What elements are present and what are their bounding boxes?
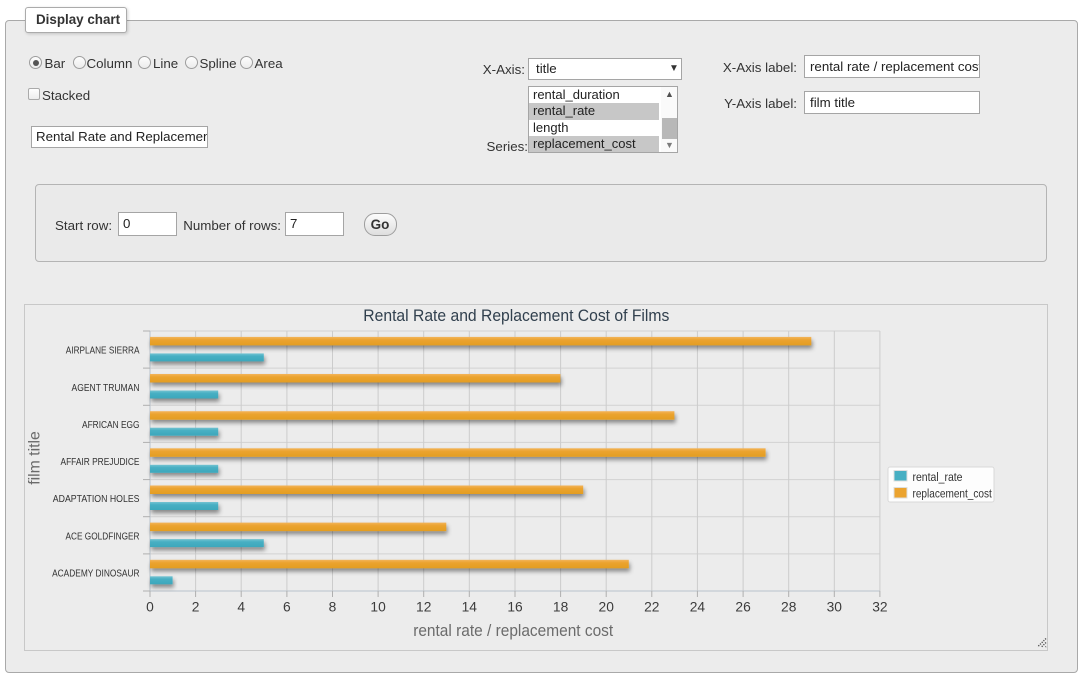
svg-text:ACADEMY DINOSAUR: ACADEMY DINOSAUR [52,569,139,580]
svg-text:rental_rate: rental_rate [913,470,963,484]
svg-text:AFRICAN EGG: AFRICAN EGG [82,420,140,431]
svg-text:0: 0 [146,599,154,614]
svg-text:10: 10 [370,599,386,614]
svg-text:8: 8 [329,599,337,614]
svg-text:Rental Rate and Replacement Co: Rental Rate and Replacement Cost of Film… [363,306,669,325]
svg-text:AIRPLANE SIERRA: AIRPLANE SIERRA [66,346,140,357]
svg-text:30: 30 [827,599,843,614]
svg-text:4: 4 [237,599,245,614]
svg-text:film title: film title [27,431,44,485]
svg-text:20: 20 [599,599,615,614]
svg-text:rental rate / replacement cost: rental rate / replacement cost [413,621,613,640]
svg-text:24: 24 [690,599,706,614]
svg-text:32: 32 [872,599,887,614]
svg-text:14: 14 [462,599,478,614]
svg-text:22: 22 [644,599,659,614]
svg-text:6: 6 [283,599,291,614]
svg-text:12: 12 [416,599,431,614]
svg-text:26: 26 [735,599,751,614]
svg-text:18: 18 [553,599,569,614]
svg-text:AFFAIR PREJUDICE: AFFAIR PREJUDICE [61,457,140,468]
svg-text:28: 28 [781,599,797,614]
svg-text:16: 16 [507,599,523,614]
svg-text:ACE GOLDFINGER: ACE GOLDFINGER [66,531,140,542]
svg-text:AGENT TRUMAN: AGENT TRUMAN [72,383,140,394]
svg-text:ADAPTATION HOLES: ADAPTATION HOLES [53,494,140,505]
svg-text:replacement_cost: replacement_cost [913,487,993,501]
svg-text:2: 2 [192,599,200,614]
